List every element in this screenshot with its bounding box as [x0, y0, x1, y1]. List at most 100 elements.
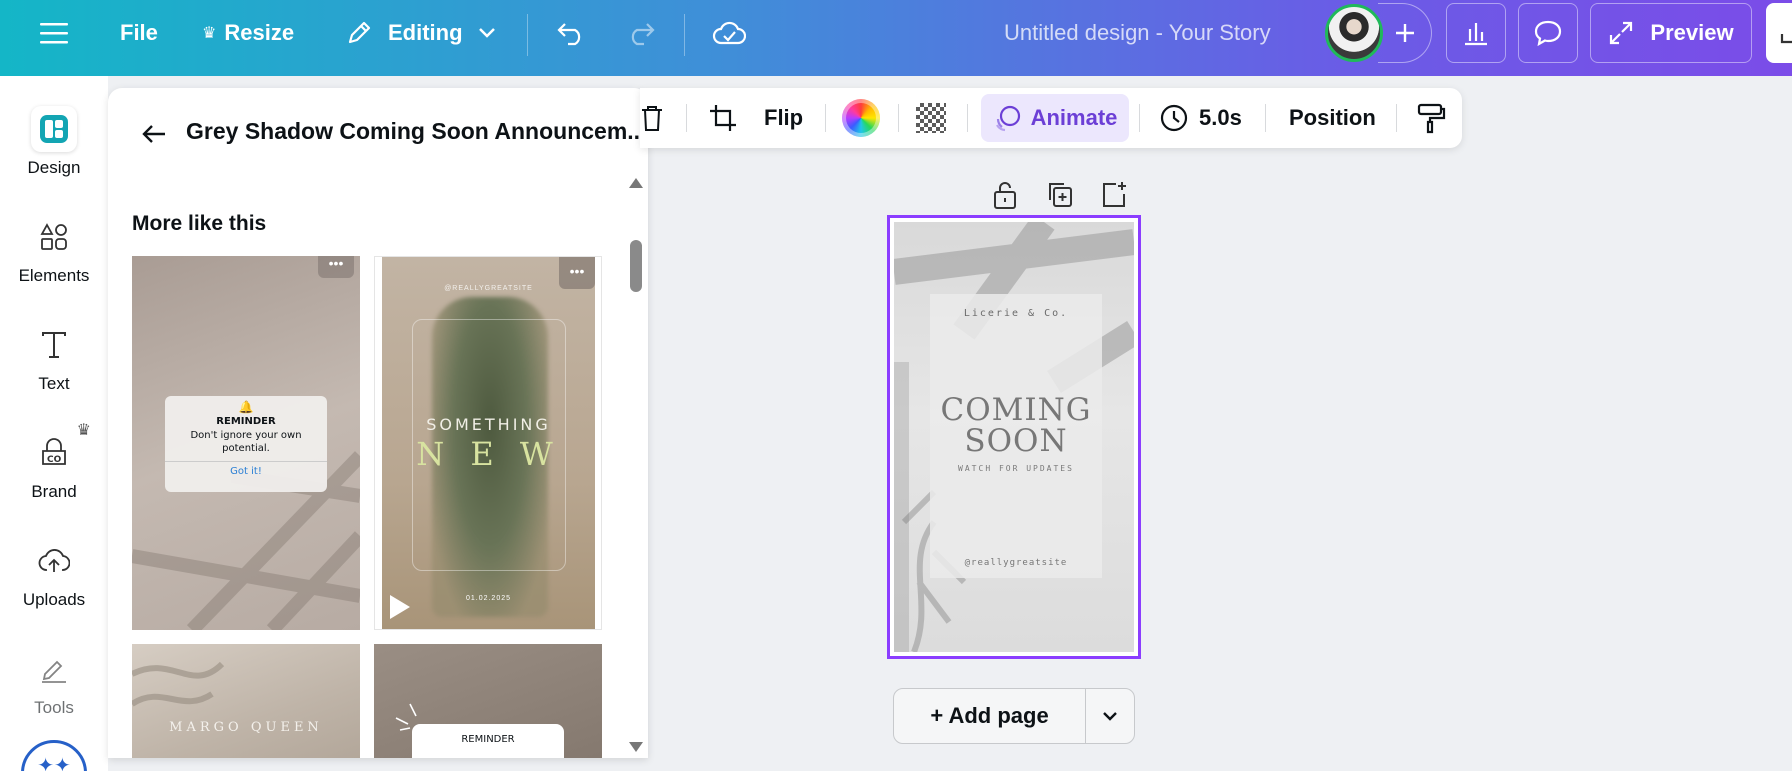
- file-label: File: [120, 20, 158, 45]
- reminder2-title: REMINDER: [461, 734, 515, 745]
- fabric-decoration: [132, 661, 225, 707]
- rail-label: Brand: [31, 482, 77, 501]
- rail-item-brand[interactable]: CO ♛ Brand: [0, 422, 108, 502]
- sparkle-icon: ✦✦: [37, 755, 71, 771]
- pencil-icon: [348, 21, 371, 44]
- design-icon: [31, 106, 77, 152]
- lock-button[interactable]: [992, 180, 1018, 210]
- editing-label: Editing: [388, 20, 463, 45]
- rail-item-elements[interactable]: Elements: [0, 214, 108, 286]
- svg-text:CO: CO: [47, 455, 62, 465]
- resize-label: Resize: [224, 20, 295, 45]
- rail-item-text[interactable]: Text: [0, 322, 108, 394]
- animate-button[interactable]: Animate: [981, 94, 1129, 142]
- design-headline-2: SOON: [964, 423, 1068, 459]
- design-title-text: Untitled design - Your Story: [1004, 20, 1271, 45]
- reminder-card: 🔔 REMINDER Don't ignore your own potenti…: [165, 396, 327, 492]
- template-thumb-something-new[interactable]: @REALLYGREATSITE SOMETHING N E W 01.02.2…: [374, 256, 602, 630]
- play-icon[interactable]: [390, 595, 410, 619]
- reminder-action: Got it!: [165, 461, 327, 477]
- section-title: More like this: [132, 212, 267, 235]
- rail-label: Uploads: [22, 590, 86, 609]
- back-button[interactable]: [134, 114, 174, 154]
- template-thumb-reminder-2[interactable]: REMINDER: [374, 644, 602, 758]
- rail-label: Text: [38, 374, 70, 393]
- template-thumb-margo-queen[interactable]: MARGO QUEEN: [132, 644, 360, 758]
- editing-dropdown[interactable]: Editing: [344, 0, 497, 66]
- reminder-title: REMINDER: [216, 416, 276, 427]
- thumb-line2: N E W: [416, 435, 561, 473]
- chevron-down-icon: [478, 28, 495, 38]
- tools-icon: [31, 646, 77, 692]
- canvas-page[interactable]: Licerie & Co. COMING SOON WATCH FOR UPDA…: [887, 215, 1141, 659]
- toolbar-divider: [684, 14, 685, 56]
- toolbar-divider: [825, 104, 826, 132]
- plus-icon: [1395, 24, 1414, 42]
- duration-button[interactable]: 5.0s: [1159, 88, 1242, 148]
- share-add-button[interactable]: [1378, 3, 1432, 63]
- panel-title: Grey Shadow Coming Soon Announcem...: [186, 118, 647, 144]
- add-page-control: + Add page: [893, 688, 1135, 744]
- shapes-icon: [31, 214, 77, 260]
- color-button[interactable]: [842, 88, 880, 148]
- share-button[interactable]: [1766, 3, 1792, 63]
- copy-style-button[interactable]: [1416, 88, 1446, 148]
- avatar[interactable]: [1325, 4, 1383, 62]
- animate-icon: [995, 105, 1020, 132]
- reminder2-card: REMINDER: [412, 724, 564, 758]
- template-thumb-reminder[interactable]: ••• 🔔 REMINDER Don't ignore your own pot…: [132, 256, 360, 630]
- paint-roller-icon: [1417, 103, 1446, 134]
- duplicate-page-button[interactable]: [1046, 180, 1074, 210]
- file-menu[interactable]: File: [120, 0, 158, 66]
- position-button[interactable]: Position: [1289, 88, 1376, 148]
- rail-item-design[interactable]: Design: [0, 106, 108, 178]
- toolbar-divider: [686, 104, 687, 132]
- toolbar-divider: [1396, 104, 1397, 132]
- toolbar-divider: [898, 104, 899, 132]
- crop-button[interactable]: [708, 88, 738, 148]
- transparency-button[interactable]: [916, 88, 946, 148]
- menu-button[interactable]: [40, 0, 68, 66]
- add-page-button[interactable]: + Add page: [894, 689, 1086, 743]
- duplicate-icon: [1049, 183, 1072, 207]
- magic-button[interactable]: ✦✦: [21, 740, 87, 771]
- rail-item-uploads[interactable]: Uploads: [0, 538, 108, 610]
- delete-button[interactable]: [640, 88, 664, 148]
- rail-label: Elements: [18, 266, 90, 285]
- template-panel: Grey Shadow Coming Soon Announcem... Mor…: [108, 88, 648, 758]
- scroll-up-arrow[interactable]: [629, 178, 643, 188]
- dots-menu[interactable]: •••: [559, 257, 595, 289]
- duration-label: 5.0s: [1199, 105, 1242, 130]
- thumb-date: 01.02.2025: [465, 595, 512, 602]
- toolbar-divider: [527, 14, 528, 56]
- add-page-icon-button[interactable]: [1100, 180, 1128, 210]
- preview-button[interactable]: Preview: [1590, 3, 1752, 63]
- insights-button[interactable]: [1446, 3, 1506, 63]
- preview-label: Preview: [1650, 20, 1734, 45]
- add-page-dropdown[interactable]: [1086, 689, 1134, 743]
- undo-button[interactable]: [556, 0, 586, 66]
- scroll-down-arrow[interactable]: [629, 742, 643, 752]
- add-page-label: + Add page: [930, 703, 1049, 728]
- lock-icon: [994, 182, 1016, 209]
- bar-chart-icon: [1465, 23, 1487, 46]
- flip-button[interactable]: Flip: [764, 88, 803, 148]
- resize-button[interactable]: ♛ Resize: [202, 0, 294, 66]
- design-artwork[interactable]: Licerie & Co. COMING SOON WATCH FOR UPDA…: [894, 222, 1134, 652]
- flip-label: Flip: [764, 105, 804, 130]
- redo-button[interactable]: [626, 0, 656, 66]
- dots-menu[interactable]: •••: [318, 256, 354, 278]
- comments-button[interactable]: [1518, 3, 1578, 63]
- trash-icon: [642, 106, 662, 131]
- rail-item-tools[interactable]: Tools: [0, 646, 108, 718]
- brand-icon: CO ♛: [31, 422, 91, 476]
- clock-icon: [1160, 104, 1188, 132]
- bell-icon: 🔔: [238, 400, 254, 414]
- design-subline: WATCH FOR UPDATES: [958, 464, 1074, 473]
- toolbar-divider: [967, 104, 968, 132]
- position-label: Position: [1289, 105, 1376, 130]
- design-title[interactable]: Untitled design - Your Story: [1004, 0, 1271, 66]
- save-status-button[interactable]: [712, 0, 746, 66]
- scrollbar-thumb[interactable]: [630, 240, 642, 292]
- cloud-check-icon: [712, 21, 746, 45]
